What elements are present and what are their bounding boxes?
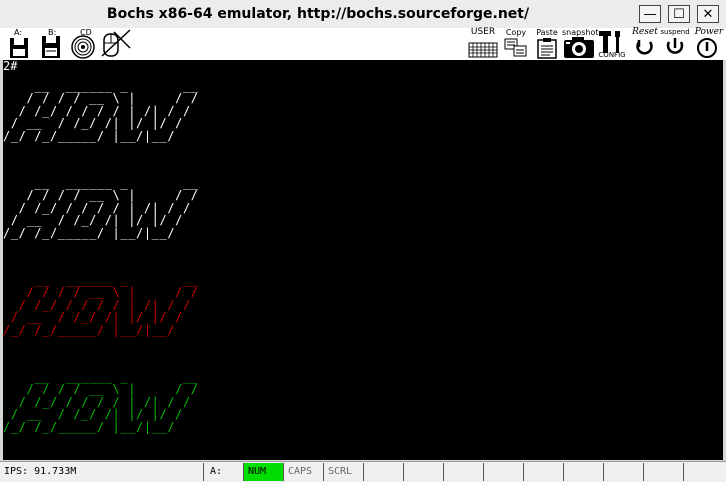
ascii-logo: __ ______ _ __ / / / / __ \ | / / / /_/ … [3, 176, 199, 240]
mouse-capture-button[interactable] [100, 28, 132, 60]
floppy-a-button[interactable]: A: [4, 28, 34, 60]
cdrom-button[interactable]: CD [68, 28, 98, 60]
suspend-button[interactable]: suspend [658, 28, 692, 60]
mouse-icon [101, 29, 131, 57]
config-button[interactable]: CONFIG [597, 28, 627, 60]
copy-icon [504, 38, 527, 57]
copy-button[interactable]: Copy [502, 28, 530, 60]
status-bar: IPS: 91.733M A: NUM CAPS SCRL [0, 461, 726, 482]
reset-button[interactable]: Reset [628, 28, 662, 60]
user-button[interactable]: USER [467, 28, 499, 60]
config-label: CONFIG [598, 51, 626, 59]
cdrom-icon [71, 35, 95, 59]
power-icon [697, 38, 717, 58]
ascii-logo: __ ______ _ __ / / / / __ \ | / / / /_/ … [3, 273, 199, 337]
floppy-icon [42, 36, 60, 58]
status-slot [644, 463, 684, 481]
camera-icon [564, 37, 594, 58]
keyboard-icon [468, 42, 498, 58]
ascii-logo: __ ______ _ __ / / / / __ \ | / / / /_/ … [3, 370, 199, 434]
power-button[interactable]: Power [692, 28, 726, 60]
minimize-button[interactable]: — [639, 5, 661, 23]
status-slot [404, 463, 444, 481]
status-slot [604, 463, 644, 481]
floppy-b-button[interactable]: B: [36, 28, 66, 60]
ascii-logo: __ ______ _ __ / / / / __ \ | / / / /_/ … [3, 79, 199, 143]
window-title: Bochs x86-64 emulator, http://bochs.sour… [106, 6, 530, 22]
status-slot [364, 463, 404, 481]
caps-lock-indicator: CAPS [284, 463, 324, 481]
emulator-screen[interactable]: 2# __ ______ _ __ / / / / __ \ | / / / /… [3, 60, 723, 460]
clipboard-icon [537, 38, 557, 59]
snapshot-button[interactable]: snapshot [562, 28, 599, 60]
maximize-button[interactable]: ☐ [668, 5, 690, 23]
toolbar: A: B: CD USER Copy Paste snapshot CONFIG… [0, 28, 726, 60]
status-slot [524, 463, 564, 481]
title-bar: Bochs x86-64 emulator, http://bochs.sour… [0, 0, 726, 29]
close-button[interactable]: ✕ [697, 5, 719, 23]
ips-indicator: IPS: 91.733M [0, 463, 204, 481]
shell-prompt: 2# [3, 60, 18, 73]
scroll-lock-indicator: SCRL [324, 463, 364, 481]
reset-icon [636, 40, 653, 55]
floppy-icon [10, 38, 28, 58]
drive-indicator: A: [204, 463, 244, 481]
paste-button[interactable]: Paste [533, 28, 561, 60]
status-slot [564, 463, 604, 481]
status-slot [484, 463, 524, 481]
status-slot [444, 463, 484, 481]
suspend-icon [666, 38, 684, 54]
num-lock-indicator: NUM [244, 463, 284, 481]
status-slot [684, 463, 726, 481]
